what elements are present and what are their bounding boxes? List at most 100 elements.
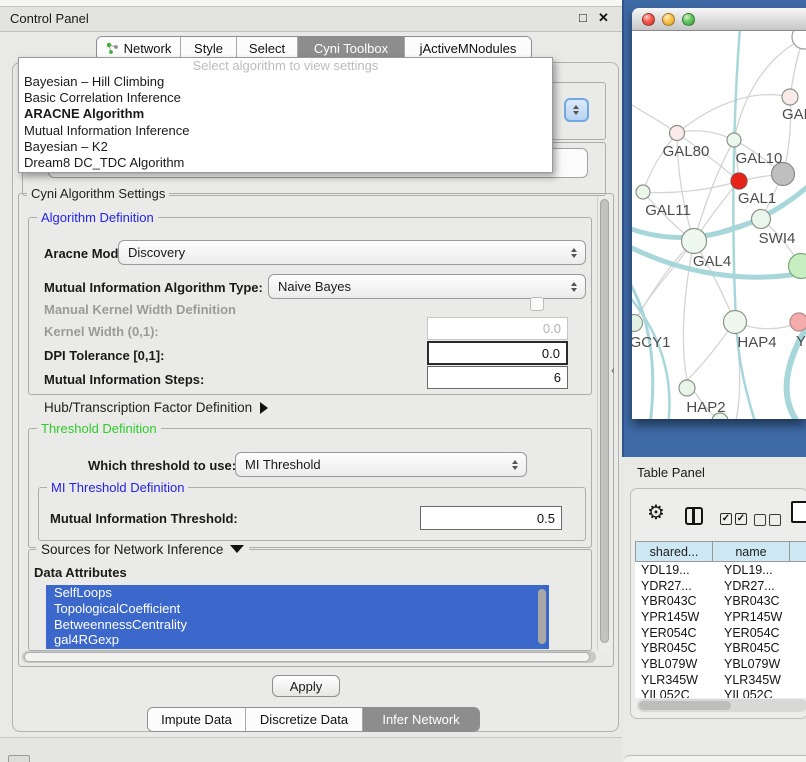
dropdown-item[interactable]: Mutual Information Inference bbox=[19, 123, 552, 139]
mi-algorithm-type-combo[interactable]: Naive Bayes bbox=[268, 274, 586, 299]
network-canvas[interactable]: GAL80 GAL10 GAL1 GAL11 SWI4 GAL4 GCY1 HA… bbox=[632, 31, 806, 419]
node-gal80[interactable] bbox=[670, 126, 685, 141]
panel-collapse-handle[interactable]: ‹ bbox=[607, 364, 619, 378]
dropdown-item[interactable]: Bayesian – K2 bbox=[19, 139, 552, 155]
table-hscrollbar-thumb[interactable] bbox=[639, 701, 731, 710]
dpi-tolerance-label: DPI Tolerance [0,1]: bbox=[44, 348, 164, 363]
node-gal11[interactable] bbox=[636, 185, 650, 199]
manual-kernel-width-checkbox[interactable] bbox=[530, 297, 544, 311]
hub-definition-expander[interactable]: Hub/Transcription Factor Definition bbox=[44, 399, 268, 416]
dpi-tolerance-field[interactable]: 0.0 bbox=[427, 341, 568, 365]
which-threshold-combo[interactable]: MI Threshold bbox=[235, 452, 527, 477]
node-y-partial[interactable] bbox=[790, 313, 806, 331]
attribute-item[interactable]: BetweennessCentrality bbox=[46, 617, 549, 633]
combo-stepper-icon bbox=[571, 248, 577, 258]
tab-style-label: Style bbox=[194, 41, 223, 56]
data-attributes-list: SelfLoops TopologicalCoefficient Between… bbox=[46, 585, 549, 649]
node-gal1-selected[interactable] bbox=[731, 173, 747, 189]
table-row[interactable]: YER054CYER054C8. bbox=[635, 625, 806, 641]
dropdown-item[interactable]: Basic Correlation Inference bbox=[19, 90, 552, 106]
select-checked-icon[interactable]: ✓ bbox=[720, 513, 732, 525]
mi-threshold-definition-title: MI Threshold Definition bbox=[47, 480, 188, 495]
select-unchecked-icon[interactable] bbox=[754, 514, 766, 526]
bottom-right-strip bbox=[624, 755, 806, 762]
table-row[interactable]: YIL052CYIL052C9 bbox=[635, 688, 806, 699]
column-header-shared-name[interactable]: shared... bbox=[636, 541, 713, 562]
mi-threshold-field[interactable]: 0.5 bbox=[420, 506, 562, 530]
node-gal10[interactable] bbox=[727, 133, 741, 147]
node-gal4[interactable] bbox=[682, 229, 707, 254]
attribute-item[interactable]: SelfLoops bbox=[46, 585, 549, 601]
mi-threshold-value: 0.5 bbox=[537, 511, 555, 526]
attributes-vscrollbar-thumb[interactable] bbox=[538, 589, 546, 644]
node-hap4[interactable] bbox=[724, 311, 747, 334]
dropdown-item-selected[interactable]: ARACNE Algorithm bbox=[19, 106, 552, 122]
settings-hscrollbar-track[interactable] bbox=[22, 651, 596, 663]
settings-hscrollbar-thumb[interactable] bbox=[24, 652, 590, 662]
mi-steps-field[interactable]: 6 bbox=[427, 366, 568, 389]
close-traffic-light[interactable] bbox=[642, 13, 655, 26]
settings-vscrollbar-track[interactable] bbox=[597, 196, 610, 650]
label-hap2: HAP2 bbox=[686, 399, 725, 416]
dropdown-item[interactable]: Bayesian – Hill Climbing bbox=[19, 74, 552, 90]
table-row[interactable]: YBR043CYBR043C bbox=[635, 593, 806, 609]
minimized-panel-icon[interactable] bbox=[8, 755, 30, 762]
mi-algorithm-type-value: Naive Bayes bbox=[278, 279, 351, 294]
manual-kernel-width-label: Manual Kernel Width Definition bbox=[44, 302, 236, 317]
sources-collapse-header[interactable]: Sources for Network Inference bbox=[36, 541, 249, 557]
mi-steps-label: Mutual Information Steps: bbox=[44, 372, 204, 387]
table-body: YDL19...YDL19...13 YDR27...YDR27...12 YB… bbox=[635, 562, 806, 698]
minimize-traffic-light[interactable] bbox=[662, 13, 675, 26]
which-threshold-label: Which threshold to use: bbox=[88, 458, 236, 473]
apply-button[interactable]: Apply bbox=[272, 675, 340, 697]
label-gal11: GAL11 bbox=[645, 202, 691, 219]
network-window-titlebar[interactable] bbox=[632, 8, 806, 31]
node-gcy1[interactable] bbox=[632, 315, 643, 332]
table-row[interactable]: YLR345WYLR345W9. bbox=[635, 672, 806, 688]
kernel-width-field[interactable]: 0.0 bbox=[427, 317, 568, 340]
attribute-item[interactable]: TopologicalCoefficient bbox=[46, 601, 549, 617]
label-swi4: SWI4 bbox=[759, 230, 796, 247]
tab-discretize-data[interactable]: Discretize Data bbox=[246, 708, 363, 731]
table-row[interactable]: YBL079WYBL079W bbox=[635, 656, 806, 672]
attribute-item[interactable]: gal4RGexp bbox=[46, 632, 549, 648]
float-panel-icon[interactable]: □ bbox=[579, 10, 587, 25]
network-view-window: GAL80 GAL10 GAL1 GAL11 SWI4 GAL4 GCY1 HA… bbox=[632, 8, 806, 419]
column-header-partial[interactable] bbox=[790, 541, 806, 562]
zoom-traffic-light[interactable] bbox=[682, 13, 695, 26]
tab-infer-network[interactable]: Infer Network bbox=[363, 708, 479, 731]
settings-gear-icon[interactable]: ⚙ bbox=[647, 503, 665, 523]
kernel-width-value: 0.0 bbox=[543, 321, 561, 336]
column-header-label: name bbox=[735, 545, 766, 559]
label-gal1: GAL1 bbox=[738, 190, 776, 207]
tab-network-label: Network bbox=[124, 41, 172, 56]
table-panel: ⚙ ✓ ✓ shared... name YDL19...YDL19...13 … bbox=[630, 488, 806, 719]
export-table-icon[interactable] bbox=[791, 501, 806, 523]
algorithm-combo-focused-end[interactable] bbox=[564, 98, 589, 122]
tab-impute-data[interactable]: Impute Data bbox=[148, 708, 246, 731]
table-row[interactable]: YDL19...YDL19...13 bbox=[635, 562, 806, 578]
node-swi4[interactable] bbox=[752, 210, 771, 229]
table-hscrollbar-track[interactable] bbox=[637, 699, 806, 712]
sources-title: Sources for Network Inference bbox=[41, 542, 223, 557]
split-panel-icon[interactable] bbox=[685, 507, 703, 525]
mi-steps-value: 6 bbox=[554, 370, 561, 385]
table-row[interactable]: YBR045CYBR045C9. bbox=[635, 640, 806, 656]
node-gal-partial[interactable] bbox=[782, 89, 798, 105]
table-panel-title: Table Panel bbox=[637, 465, 705, 480]
label-gcy1: GCY1 bbox=[632, 334, 670, 351]
dropdown-item[interactable]: Dream8 DC_TDC Algorithm bbox=[19, 155, 552, 171]
settings-vscrollbar-thumb[interactable] bbox=[600, 199, 609, 643]
node-hap2[interactable] bbox=[679, 380, 695, 396]
table-row[interactable]: YPR145WYPR145W9. bbox=[635, 609, 806, 625]
aracne-mode-combo[interactable]: Discovery bbox=[118, 240, 586, 265]
expander-arrow-right-icon bbox=[260, 402, 268, 414]
table-row[interactable]: YDR27...YDR27...12 bbox=[635, 578, 806, 594]
mi-threshold-label: Mutual Information Threshold: bbox=[50, 511, 238, 526]
close-panel-icon[interactable]: ✕ bbox=[598, 10, 609, 26]
column-header-name[interactable]: name bbox=[713, 541, 790, 562]
select-unchecked-icon[interactable] bbox=[769, 514, 781, 526]
node-unlabeled-top[interactable] bbox=[792, 31, 806, 49]
dpi-tolerance-value: 0.0 bbox=[542, 346, 560, 361]
select-checked-icon[interactable]: ✓ bbox=[735, 513, 747, 525]
